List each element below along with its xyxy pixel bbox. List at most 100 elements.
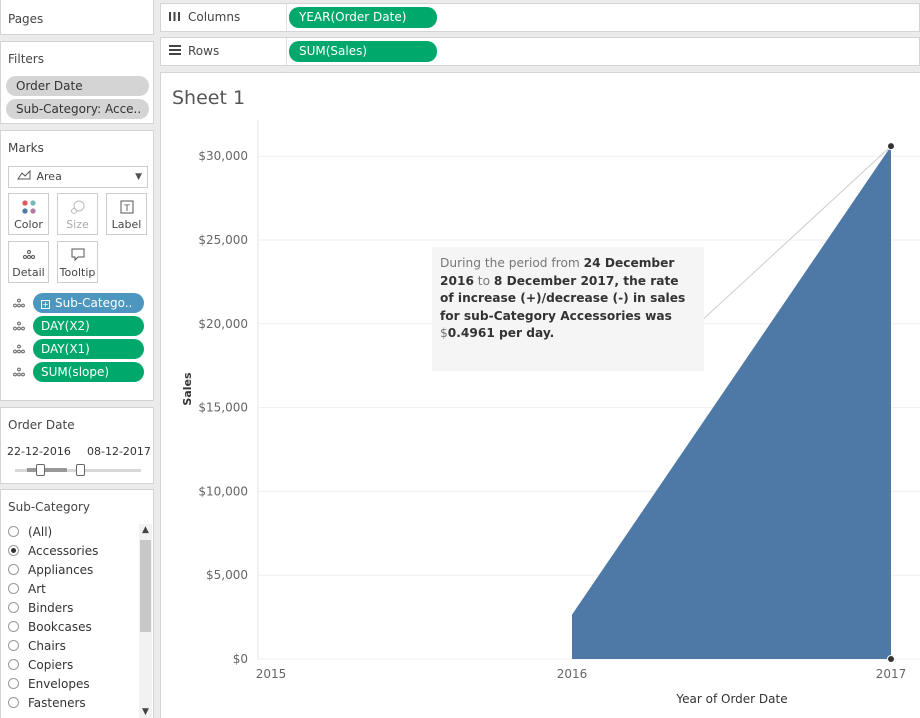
chevron-up-icon[interactable]: ▲ xyxy=(139,525,152,535)
color-button[interactable]: Color xyxy=(8,193,49,235)
detail-dots-icon xyxy=(23,250,35,259)
tooltip-rate-value: 0.4961 per day. xyxy=(447,326,555,340)
radio-button[interactable] xyxy=(8,602,19,613)
color-palette-icon xyxy=(22,200,36,214)
range-start-value: 22-12-2016 xyxy=(7,445,71,458)
columns-icon xyxy=(169,4,183,31)
pages-title: Pages xyxy=(8,12,44,26)
rows-label-text: Rows xyxy=(188,44,220,58)
sub-category-option-label: Bookcases xyxy=(28,620,92,634)
filter-pill-order-date[interactable]: Order Date xyxy=(6,76,149,96)
radio-button[interactable] xyxy=(8,678,19,689)
sub-category-option[interactable]: Accessories xyxy=(8,542,98,561)
area-chart[interactable]: $0 $5,000 $10,000 $15,000 $20,000 $25,000 $30,… xyxy=(161,73,920,718)
size-button-label: Size xyxy=(66,218,89,231)
y-tick-label: $10,000 xyxy=(198,484,248,498)
x-axis-title: Year of Order Date xyxy=(675,692,787,706)
sub-category-filter-card: Sub-Category (All) Accessories Appliances A… xyxy=(0,489,154,718)
detail-button[interactable]: Detail xyxy=(8,241,49,283)
color-button-label: Color xyxy=(14,218,43,231)
sub-category-option-label: Envelopes xyxy=(28,677,90,691)
sub-category-option[interactable]: Bookcases xyxy=(8,618,92,637)
y-tick-label: $25,000 xyxy=(198,233,248,247)
x-tick-label: 2016 xyxy=(557,667,588,681)
y-tick-label: $5,000 xyxy=(206,568,248,582)
marks-field-row: + Sub-Catego.. xyxy=(13,293,147,313)
order-date-filter-title: Order Date xyxy=(8,418,75,432)
sub-category-option-label: (All) xyxy=(28,525,53,539)
sub-category-option[interactable]: Art xyxy=(8,580,46,599)
tooltip-button-label: Tooltip xyxy=(59,266,96,279)
radio-button[interactable] xyxy=(8,697,19,708)
sub-category-filter-title: Sub-Category xyxy=(8,500,90,514)
sub-category-option[interactable]: Copiers xyxy=(8,656,73,675)
svg-text:T: T xyxy=(123,204,130,214)
rows-pill[interactable]: SUM(Sales) xyxy=(289,41,437,62)
radio-button[interactable] xyxy=(8,583,19,594)
range-end-value: 08-12-2017 xyxy=(87,445,151,458)
marks-field-pill[interactable]: DAY(X2) xyxy=(33,316,144,336)
tooltip-annotation: During the period from 24 December 2016 … xyxy=(432,247,704,371)
filters-card: Filters Order Date Sub-Category: Acce.. xyxy=(0,41,154,124)
marks-card: Marks Area ▼ Color Size T Label Detail T… xyxy=(0,130,154,401)
data-point[interactable] xyxy=(887,142,895,151)
chevron-down-icon[interactable]: ▼ xyxy=(139,707,152,717)
tooltip-text-to: to xyxy=(473,273,494,288)
tooltip-bubble-icon xyxy=(71,248,85,262)
detail-dots-icon xyxy=(13,367,25,377)
tooltip-text-dollar: $ xyxy=(440,326,448,340)
radio-button[interactable] xyxy=(8,640,19,651)
x-tick-label: 2017 xyxy=(876,667,907,681)
sub-category-option[interactable]: (All) xyxy=(8,523,52,542)
sub-category-option-label: Chairs xyxy=(28,639,66,653)
detail-dots-icon xyxy=(13,321,25,331)
marks-field-pill[interactable]: DAY(X1) xyxy=(33,339,144,359)
y-axis-title: Sales xyxy=(181,372,194,406)
marks-field-pill[interactable]: + Sub-Catego.. xyxy=(33,293,144,313)
worksheet-view[interactable]: Sheet 1 $0 $5,000 $10,000 $15,000 $20,000 $25… xyxy=(160,72,920,718)
slider-start-handle[interactable] xyxy=(36,464,45,476)
y-tick-label: $15,000 xyxy=(198,401,248,415)
data-point[interactable] xyxy=(887,655,895,663)
columns-shelf: Columns YEAR(Order Date) xyxy=(160,3,920,32)
marks-field-row: DAY(X2) xyxy=(13,316,147,336)
radio-button[interactable] xyxy=(8,659,19,670)
scrollbar-thumb[interactable] xyxy=(140,540,151,632)
marks-title: Marks xyxy=(8,141,44,155)
pages-card: Pages xyxy=(0,0,154,35)
sub-category-option[interactable]: Appliances xyxy=(8,561,93,580)
sub-category-option[interactable]: Binders xyxy=(8,599,73,618)
radio-button[interactable] xyxy=(8,545,19,556)
filter-pill-sub-category[interactable]: Sub-Category: Acce.. xyxy=(6,99,149,119)
sub-category-option[interactable]: Fasteners xyxy=(8,694,86,713)
radio-button[interactable] xyxy=(8,564,19,575)
vertical-scrollbar[interactable]: ▲ ▼ xyxy=(139,524,152,718)
chevron-down-icon: ▼ xyxy=(135,172,142,182)
y-tick-label: $20,000 xyxy=(198,317,248,331)
size-button[interactable]: Size xyxy=(57,193,98,235)
filters-title: Filters xyxy=(8,52,44,66)
rows-shelf-label: Rows xyxy=(169,38,287,65)
y-tick-label: $30,000 xyxy=(198,149,248,163)
sub-category-option[interactable]: Chairs xyxy=(8,637,66,656)
detail-dots-icon xyxy=(13,298,25,308)
radio-button[interactable] xyxy=(8,526,19,537)
x-tick-label: 2015 xyxy=(256,667,287,681)
detail-button-label: Detail xyxy=(12,266,45,279)
columns-shelf-label: Columns xyxy=(169,4,287,31)
sub-category-option-label: Binders xyxy=(28,601,74,615)
radio-button[interactable] xyxy=(8,621,19,632)
slider-end-handle[interactable] xyxy=(76,464,85,476)
label-button[interactable]: T Label xyxy=(106,193,147,235)
columns-label-text: Columns xyxy=(188,10,241,24)
marks-field-row: SUM(slope) xyxy=(13,362,147,382)
mark-type-dropdown[interactable]: Area ▼ xyxy=(8,166,148,188)
marks-field-pill[interactable]: SUM(slope) xyxy=(33,362,144,382)
sub-category-option-label: Appliances xyxy=(28,563,94,577)
area-mark[interactable] xyxy=(572,146,891,660)
y-tick-label: $0 xyxy=(233,652,248,666)
columns-pill[interactable]: YEAR(Order Date) xyxy=(289,7,437,28)
sub-category-option[interactable]: Envelopes xyxy=(8,675,90,694)
tooltip-button[interactable]: Tooltip xyxy=(57,241,98,283)
tooltip-text-prefix: During the period from xyxy=(440,256,584,270)
